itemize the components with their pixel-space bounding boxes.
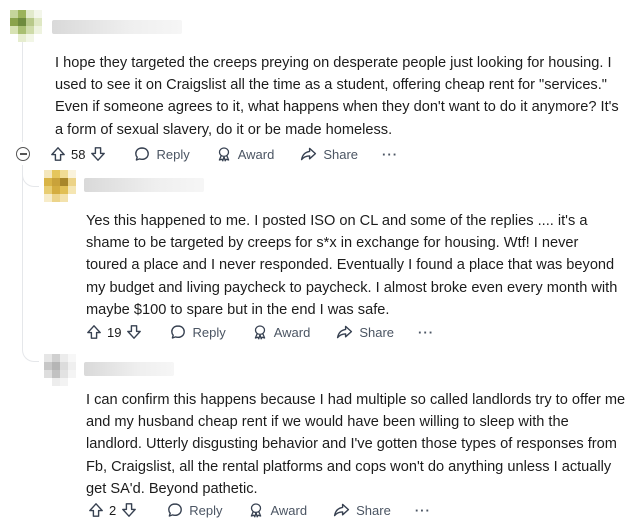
upvote-icon[interactable] [88, 502, 104, 518]
share-arrow-icon [337, 325, 353, 339]
reply-bubble-icon [171, 325, 186, 339]
award-label: Award [237, 146, 275, 162]
award-icon [251, 503, 262, 518]
comment-actions: 19 Reply Award Share ··· [86, 320, 434, 344]
share-label: Share [356, 502, 391, 518]
comment-body: I hope they targeted the creeps preying … [55, 55, 619, 138]
award-button[interactable]: Award [252, 324, 311, 340]
thread-line-main [22, 40, 23, 142]
avatar[interactable] [10, 10, 42, 42]
username[interactable] [84, 362, 174, 376]
more-icon[interactable]: ··· [382, 147, 398, 162]
reply-button[interactable]: Reply [134, 146, 190, 162]
thread-connector-reply-2 [22, 345, 39, 362]
award-label: Award [273, 324, 311, 340]
username[interactable] [84, 178, 204, 192]
award-icon [254, 325, 265, 340]
reply-label: Reply [156, 146, 190, 162]
share-label: Share [323, 146, 359, 162]
reply-label: Reply [192, 324, 226, 340]
downvote-icon[interactable] [121, 502, 137, 518]
share-button[interactable]: Share [300, 146, 358, 162]
avatar[interactable] [44, 354, 76, 386]
thread-line-replies [22, 165, 23, 345]
reply-button[interactable]: Reply [167, 502, 222, 518]
share-button[interactable]: Share [333, 502, 391, 518]
vote-group: 58 [50, 146, 106, 162]
comment-actions: 2 Reply Award Share ··· [88, 498, 431, 522]
comment-actions: 58 Reply Award Share ··· [50, 142, 398, 166]
share-label: Share [359, 324, 395, 340]
username[interactable] [52, 20, 182, 34]
share-arrow-icon [301, 147, 317, 161]
comment-body: I can confirm this happens because I had… [86, 392, 626, 497]
reply-bubble-icon [168, 503, 183, 517]
vote-group: 2 [88, 502, 137, 518]
share-arrow-icon [334, 503, 350, 517]
reply-label: Reply [189, 502, 223, 518]
vote-count: 19 [107, 324, 122, 340]
downvote-icon[interactable] [90, 146, 106, 162]
vote-group: 19 [86, 324, 142, 340]
vote-count: 58 [71, 146, 86, 162]
upvote-icon[interactable] [86, 324, 102, 340]
collapse-icon[interactable] [16, 147, 30, 161]
award-label: Award [270, 502, 308, 518]
share-button[interactable]: Share [336, 324, 394, 340]
more-icon[interactable]: ··· [418, 325, 434, 340]
upvote-icon[interactable] [50, 146, 66, 162]
thread-connector-reply-1 [22, 170, 39, 187]
reply-bubble-icon [135, 147, 150, 161]
award-button[interactable]: Award [248, 502, 307, 518]
reply-button[interactable]: Reply [170, 324, 226, 340]
downvote-icon[interactable] [126, 324, 142, 340]
avatar[interactable] [44, 170, 76, 202]
award-icon [218, 147, 229, 162]
award-button[interactable]: Award [216, 146, 275, 162]
more-icon[interactable]: ··· [415, 503, 431, 518]
comment-body: Yes this happened to me. I posted ISO on… [86, 213, 618, 318]
vote-count: 2 [109, 502, 117, 518]
